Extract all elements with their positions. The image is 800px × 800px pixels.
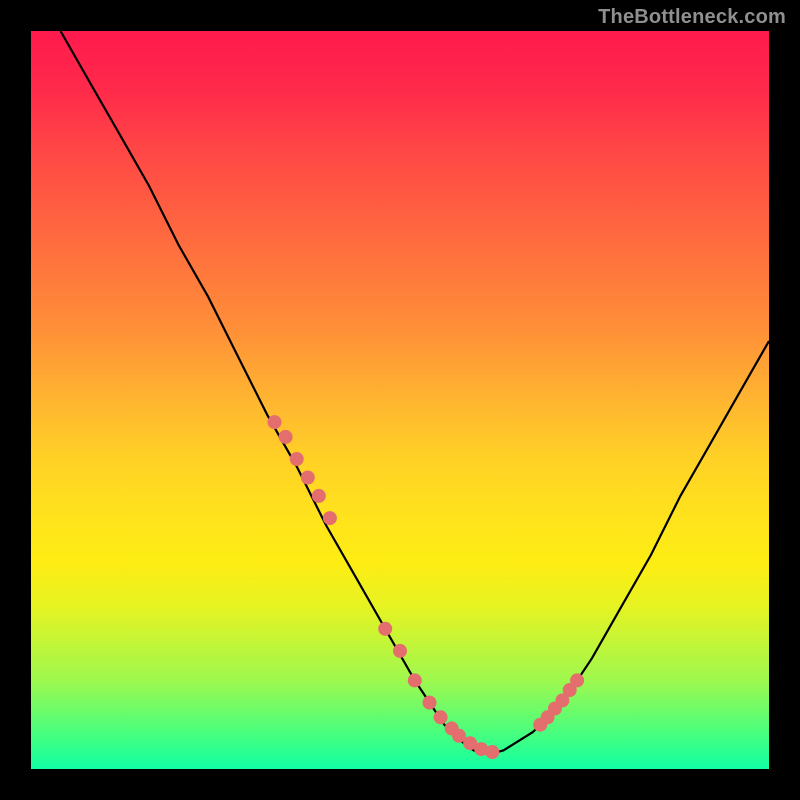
bottleneck-curve [61,31,770,754]
highlight-dot [378,622,392,636]
highlight-dot [323,511,337,525]
highlight-dot [393,644,407,658]
highlight-dot [290,452,304,466]
highlight-dot [434,710,448,724]
highlight-dots [268,415,585,759]
chart-plot-area [31,31,769,769]
highlight-dot [423,696,437,710]
curve-layer [31,31,769,769]
highlight-dot [279,430,293,444]
watermark-text: TheBottleneck.com [598,6,786,29]
highlight-dot [301,471,315,485]
highlight-dot [570,673,584,687]
highlight-dot [408,673,422,687]
highlight-dot [485,745,499,759]
highlight-dot [268,415,282,429]
highlight-dot [312,489,326,503]
